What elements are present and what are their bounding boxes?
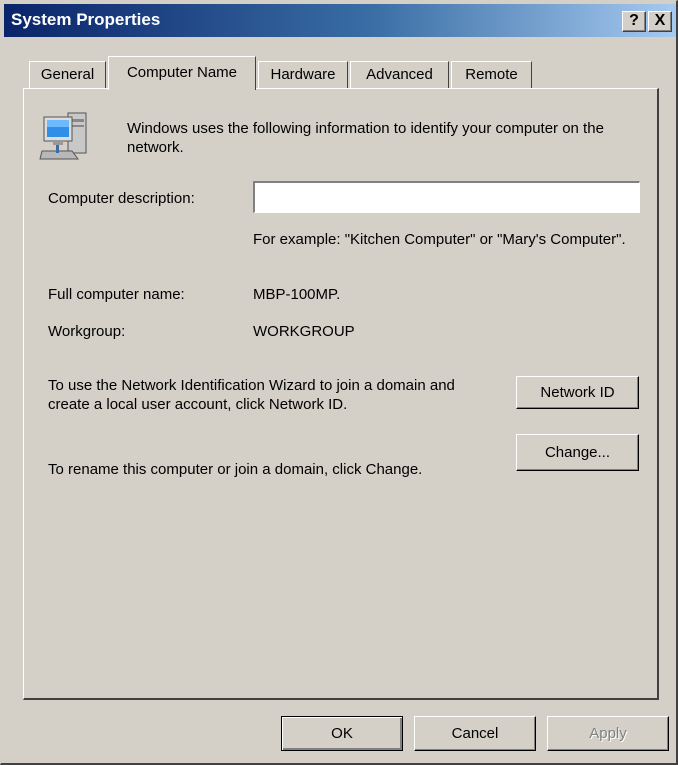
network-computer-icon: [39, 112, 87, 160]
tab-computer-name-label: Computer Name: [126, 64, 238, 81]
tab-hardware-label: Hardware: [270, 66, 336, 83]
full-computer-name-value: MBP-100MP.: [253, 286, 341, 303]
title-bar[interactable]: System Properties ? X: [4, 4, 676, 37]
intro-text: Windows uses the following information t…: [127, 120, 604, 156]
close-button[interactable]: X: [648, 11, 672, 32]
workgroup-label: Workgroup:: [48, 323, 126, 340]
workgroup-value: WORKGROUP: [253, 323, 355, 340]
tab-remote[interactable]: Remote: [451, 61, 532, 89]
computer-description-input[interactable]: [253, 181, 640, 213]
computer-description-label: Computer description:: [48, 190, 195, 207]
computer-name-panel: Windows uses the following information t…: [23, 88, 659, 700]
help-button[interactable]: ?: [622, 11, 646, 32]
cancel-button[interactable]: Cancel: [414, 716, 536, 751]
network-id-description: To use the Network Identification Wizard…: [48, 377, 455, 413]
apply-button[interactable]: Apply: [547, 716, 669, 751]
full-computer-name-label: Full computer name:: [48, 286, 185, 303]
network-id-button[interactable]: Network ID: [516, 376, 639, 409]
rename-description: To rename this computer or join a domain…: [48, 461, 423, 478]
window-title: System Properties: [11, 10, 161, 29]
tab-advanced[interactable]: Advanced: [350, 61, 449, 89]
tab-advanced-label: Advanced: [366, 66, 433, 83]
tab-remote-label: Remote: [465, 66, 518, 83]
system-properties-dialog: System Properties ? X General Computer N…: [0, 0, 678, 765]
ok-button[interactable]: OK: [281, 716, 403, 751]
example-hint: For example: "Kitchen Computer" or "Mary…: [253, 231, 626, 248]
tab-general-label: General: [40, 66, 95, 83]
change-button[interactable]: Change...: [516, 434, 639, 471]
tab-general[interactable]: General: [29, 61, 106, 89]
tab-computer-name[interactable]: Computer Name: [108, 56, 256, 90]
tab-hardware[interactable]: Hardware: [258, 61, 348, 89]
